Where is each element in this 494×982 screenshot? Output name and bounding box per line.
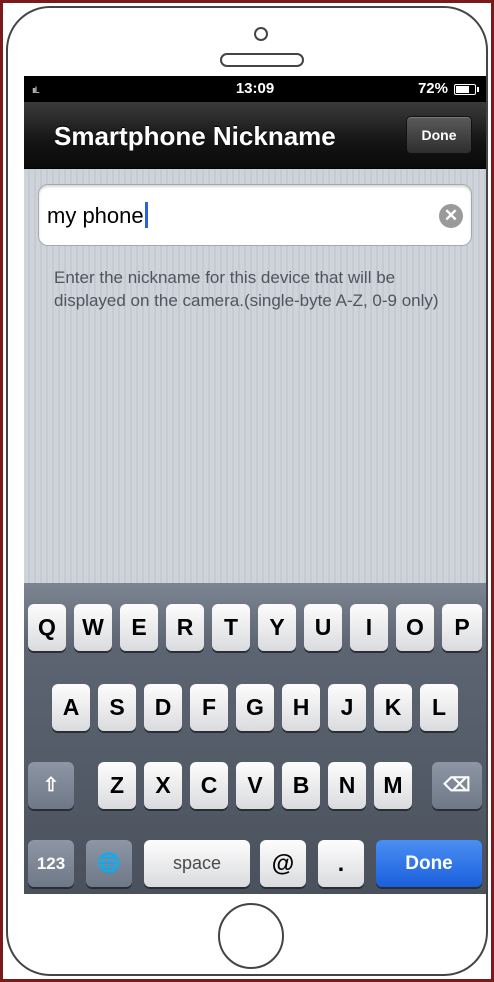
key-j[interactable]: J (328, 684, 366, 731)
key-i[interactable]: I (350, 604, 388, 651)
earpiece-speaker (220, 53, 304, 67)
battery-icon (454, 84, 479, 95)
status-bar: ııl.. 13:09 72% (24, 76, 486, 102)
done-button[interactable]: Done (406, 116, 472, 154)
navigation-bar: Smartphone Nickname Done (24, 102, 486, 169)
key-r[interactable]: R (166, 604, 204, 651)
status-time: 13:09 (235, 80, 275, 97)
at-key[interactable]: @ (260, 840, 306, 887)
backspace-key[interactable]: ⌫ (432, 762, 482, 809)
key-e[interactable]: E (120, 604, 158, 651)
key-c[interactable]: C (190, 762, 228, 809)
key-o[interactable]: O (396, 604, 434, 651)
dot-key[interactable]: . (318, 840, 364, 887)
key-t[interactable]: T (212, 604, 250, 651)
key-l[interactable]: L (420, 684, 458, 731)
key-k[interactable]: K (374, 684, 412, 731)
text-caret (144, 202, 148, 228)
content-area: my phone ✕ Enter the nickname for this d… (24, 169, 486, 583)
key-a[interactable]: A (52, 684, 90, 731)
key-n[interactable]: N (328, 762, 366, 809)
home-button[interactable] (218, 903, 284, 969)
key-z[interactable]: Z (98, 762, 136, 809)
front-camera (254, 27, 268, 41)
key-v[interactable]: V (236, 762, 274, 809)
key-h[interactable]: H (282, 684, 320, 731)
nickname-input-value: my phone (47, 202, 148, 229)
battery-percent: 72% (417, 80, 448, 97)
key-f[interactable]: F (190, 684, 228, 731)
clear-icon[interactable]: ✕ (439, 204, 463, 228)
numbers-key[interactable]: 123 (28, 840, 74, 887)
key-b[interactable]: B (282, 762, 320, 809)
page-title: Smartphone Nickname (54, 121, 336, 151)
key-d[interactable]: D (144, 684, 182, 731)
key-p[interactable]: P (442, 604, 482, 651)
key-m[interactable]: M (374, 762, 412, 809)
shift-key[interactable]: ⇧ (28, 762, 74, 809)
nickname-input[interactable]: my phone ✕ (38, 184, 472, 246)
key-q[interactable]: Q (28, 604, 66, 651)
key-s[interactable]: S (98, 684, 136, 731)
key-w[interactable]: W (74, 604, 112, 651)
hint-text: Enter the nickname for this device that … (54, 268, 439, 310)
key-y[interactable]: Y (258, 604, 296, 651)
phone-screen: ııl.. 13:09 72% Smartphone Nickname Done… (24, 76, 486, 894)
key-g[interactable]: G (236, 684, 274, 731)
key-x[interactable]: X (144, 762, 182, 809)
keyboard-done-button[interactable]: Done (376, 840, 482, 887)
keyboard: Q W E R T Y U I O P A S D F G H J K L ⇧ … (24, 583, 486, 894)
key-u[interactable]: U (304, 604, 342, 651)
space-key[interactable]: space (144, 840, 250, 887)
globe-icon[interactable]: 🌐 (86, 840, 132, 887)
